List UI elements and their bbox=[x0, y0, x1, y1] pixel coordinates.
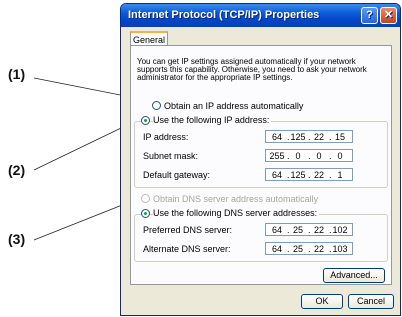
obtain-ip-auto-label[interactable]: Obtain an IP address automatically bbox=[164, 101, 303, 111]
preferred-dns-label: Preferred DNS server: bbox=[143, 225, 233, 235]
window-title: Internet Protocol (TCP/IP) Properties bbox=[128, 9, 320, 21]
description-text: You can get IP settings assigned automat… bbox=[137, 57, 367, 82]
subnet-mask-label: Subnet mask: bbox=[143, 151, 199, 161]
ip-address-field[interactable]: 64. 125. 22. 15 bbox=[265, 130, 353, 143]
tab-general[interactable]: General bbox=[130, 31, 168, 46]
ip-address-label: IP address: bbox=[143, 132, 189, 142]
callout-3-label: (3) bbox=[8, 231, 26, 247]
preferred-dns-field[interactable]: 64. 25. 22. 102 bbox=[265, 223, 353, 236]
help-icon[interactable]: ? bbox=[361, 7, 378, 24]
subnet-mask-field[interactable]: 255. 0. 0. 0 bbox=[265, 149, 353, 162]
advanced-button[interactable]: Advanced... bbox=[323, 268, 385, 283]
cancel-button[interactable]: Cancel bbox=[348, 294, 394, 309]
use-following-ip-label[interactable]: Use the following IP address: bbox=[153, 115, 272, 125]
close-icon[interactable]: ✕ bbox=[380, 7, 397, 24]
alternate-dns-field[interactable]: 64. 25. 22. 103 bbox=[265, 242, 353, 255]
default-gateway-field[interactable]: 64. 125. 22. 1 bbox=[265, 168, 353, 181]
title-bar[interactable]: Internet Protocol (TCP/IP) Properties ? … bbox=[121, 4, 400, 27]
alternate-dns-label: Alternate DNS server: bbox=[143, 244, 231, 254]
use-following-dns-label[interactable]: Use the following DNS server addresses: bbox=[153, 208, 320, 218]
obtain-dns-auto-label[interactable]: Obtain DNS server address automatically bbox=[153, 194, 318, 204]
callout-2-label: (2) bbox=[8, 162, 26, 178]
ok-button[interactable]: OK bbox=[301, 294, 343, 309]
use-following-ip-radio[interactable] bbox=[141, 116, 150, 125]
general-tab-panel: You can get IP settings assigned automat… bbox=[130, 45, 392, 285]
tcpip-properties-dialog: Internet Protocol (TCP/IP) Properties ? … bbox=[120, 3, 401, 316]
obtain-ip-auto-radio[interactable] bbox=[152, 101, 161, 110]
use-following-dns-radio[interactable] bbox=[141, 209, 150, 218]
default-gateway-label: Default gateway: bbox=[143, 170, 211, 180]
callout-1-label: (1) bbox=[8, 66, 26, 82]
obtain-dns-auto-radio[interactable] bbox=[141, 194, 150, 203]
